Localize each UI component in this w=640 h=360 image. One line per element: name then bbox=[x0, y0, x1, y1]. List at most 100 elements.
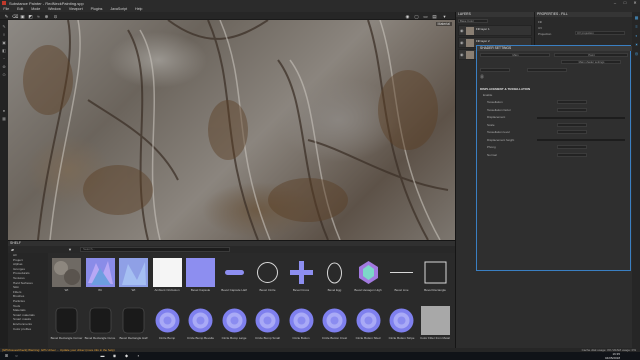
shelf-item[interactable]: Wt bbox=[50, 258, 83, 298]
shelf-item[interactable]: Circle Button Stripe bbox=[385, 306, 418, 346]
right-panel: LAYERS Base Color ◉ Fill layer 1 ◉ Fill lay… bbox=[455, 12, 640, 348]
shelf-item-label: Bevel Capsule Half bbox=[221, 288, 247, 292]
shelf-item[interactable]: Bevel Circle bbox=[251, 258, 284, 298]
shelf-item[interactable]: Bevel Hexagon High bbox=[352, 258, 385, 298]
shader-param-label: Scale bbox=[487, 122, 495, 127]
camera-icon[interactable]: ◉ bbox=[405, 14, 410, 19]
layers-icon[interactable]: ≡ bbox=[634, 24, 639, 29]
terminal-icon[interactable]: ▪ bbox=[134, 353, 143, 359]
shelf-item[interactable]: Circle Bump bbox=[151, 306, 184, 346]
shelf-item[interactable]: Circle Button bbox=[285, 306, 318, 346]
shader-param-field[interactable] bbox=[557, 145, 587, 149]
brush-settings-icon[interactable]: ▦ bbox=[2, 116, 7, 121]
shelf-item-thumbnail bbox=[186, 306, 215, 335]
left-tool-strip: ✎ ◊ ▣ ◧ ~ ⊗ ⊙ ● ▦ bbox=[0, 20, 8, 240]
projection-tool-icon[interactable]: ▣ bbox=[2, 40, 7, 45]
shelf-item[interactable]: Circle Bump Small bbox=[251, 306, 284, 346]
shelf-item[interactable]: Wt bbox=[84, 258, 117, 298]
preset-button[interactable]: Main shader settings bbox=[561, 60, 621, 64]
clone-tool-icon[interactable]: ⊗ bbox=[2, 64, 7, 69]
visibility-eye-icon[interactable]: ◉ bbox=[460, 52, 464, 57]
screenshot-icon[interactable]: ▢ bbox=[414, 14, 419, 19]
shader-info-icon[interactable]: ⓪ bbox=[480, 74, 485, 79]
shader-param-field[interactable] bbox=[557, 100, 587, 104]
view-mode-icon[interactable]: ▤ bbox=[432, 14, 437, 19]
tab-paint[interactable]: Paint bbox=[554, 53, 628, 57]
folder-icon[interactable]: ▰ bbox=[11, 247, 14, 252]
shelf-item[interactable]: Bevel Capsule Half bbox=[218, 258, 251, 298]
shelf-item[interactable]: Circle Button Crest bbox=[318, 306, 351, 346]
color-picker-icon[interactable]: ⊙ bbox=[2, 72, 7, 77]
shader-param-field[interactable] bbox=[557, 152, 587, 157]
smudge-tool-icon[interactable]: ~ bbox=[2, 56, 7, 61]
display-settings-icon[interactable]: ▭ bbox=[423, 14, 428, 19]
shader-param-field[interactable] bbox=[557, 107, 587, 112]
visibility-eye-icon[interactable]: ◉ bbox=[460, 40, 464, 45]
task-search-icon[interactable]: ○ bbox=[12, 353, 21, 359]
display-settings-icon[interactable]: ☀ bbox=[634, 42, 639, 47]
properties-icon[interactable]: ◐ bbox=[634, 33, 639, 38]
shelf-item[interactable]: Circle Bump Large bbox=[218, 306, 251, 346]
material-ball-icon[interactable]: ● bbox=[2, 108, 7, 113]
shelf-item[interactable]: Color Filter from Metal bbox=[419, 306, 452, 346]
projection-icon[interactable]: ▣ bbox=[20, 14, 25, 19]
shelf-item[interactable]: Bevel Line bbox=[385, 258, 418, 298]
eraser-icon[interactable]: ⌫ bbox=[12, 14, 18, 19]
shader-settings-icon[interactable]: ◎ bbox=[634, 51, 639, 56]
filter-icon[interactable]: ▼ bbox=[68, 247, 72, 252]
shelf-item-label: Bevel Rectangle Corner bbox=[50, 336, 83, 340]
shelf-item[interactable]: Bevel Capsule bbox=[184, 258, 217, 298]
picker-icon[interactable]: ⊙ bbox=[53, 14, 58, 19]
shelf-panel: SHELF ▰ ▼ Search... All Project Alphas Grun… bbox=[8, 240, 455, 349]
shader-settings-panel: SHADER SETTINGS Main Paint Main shader s… bbox=[476, 45, 632, 271]
shelf-item-thumbnail bbox=[52, 306, 81, 335]
window-title: Substance Painter - RedNeckPainting.spp bbox=[9, 0, 84, 6]
paint-tool-icon[interactable]: ✎ bbox=[2, 24, 7, 29]
shelf-search-input[interactable]: Search... bbox=[80, 247, 230, 252]
layer-thumbnail bbox=[466, 27, 474, 35]
layer-name: Fill layer 2 bbox=[476, 39, 490, 43]
shelf-item[interactable]: Wt bbox=[117, 258, 150, 298]
start-button-icon[interactable]: ⊞ bbox=[2, 353, 11, 359]
fill-tool-icon[interactable]: ◧ bbox=[2, 48, 7, 53]
shelf-item-thumbnail bbox=[220, 306, 249, 335]
shader-param-slider[interactable] bbox=[537, 139, 625, 141]
eraser-tool-icon[interactable]: ◊ bbox=[2, 32, 7, 37]
clone-icon[interactable]: ⊕ bbox=[44, 14, 49, 19]
prop-row-2: Projection bbox=[538, 32, 552, 36]
shelf-item-label: Color Filter from Metal bbox=[420, 336, 450, 340]
shelf-category-item[interactable]: Color profiles bbox=[8, 327, 48, 332]
shelf-item-label: Bevel Rectangle Curve bbox=[84, 336, 116, 340]
visibility-eye-icon[interactable]: ◉ bbox=[460, 28, 464, 33]
shader-param-field[interactable] bbox=[557, 130, 587, 134]
taskbar-clock: 16:35 04/05/2018 bbox=[605, 352, 620, 360]
painter-app-icon[interactable]: ◆ bbox=[122, 353, 131, 359]
shader-param-slider[interactable] bbox=[537, 116, 625, 119]
explorer-icon[interactable]: ▬ bbox=[98, 353, 107, 359]
view-dropdown-icon[interactable]: ▾ bbox=[442, 14, 447, 19]
shelf-item[interactable]: Bevel Rectangle Half bbox=[117, 306, 150, 346]
texture-set-icon[interactable]: ▦ bbox=[634, 15, 639, 20]
shelf-item[interactable]: Bevel Cross bbox=[285, 258, 318, 298]
shelf-item[interactable]: Bevel Rectangle Corner bbox=[50, 306, 83, 346]
browser-icon[interactable]: ◉ bbox=[110, 353, 119, 359]
shelf-item-label: Circle Bump Bevelle bbox=[186, 336, 214, 340]
3d-viewport[interactable]: Material bbox=[8, 20, 455, 240]
shader-variant-select[interactable] bbox=[527, 68, 567, 72]
shelf-item[interactable]: Ambient Occlusion bbox=[151, 258, 184, 298]
shader-select[interactable] bbox=[480, 68, 510, 72]
shader-param-field[interactable] bbox=[557, 122, 587, 127]
layer-row[interactable]: ◉ Fill layer 1 bbox=[458, 25, 532, 36]
blend-mode-select[interactable]: Base Color bbox=[458, 19, 488, 23]
smudge-icon[interactable]: ≈ bbox=[36, 14, 41, 19]
shelf-item[interactable]: Circle Button Slted bbox=[352, 306, 385, 346]
paint-brush-icon[interactable]: ✎ bbox=[4, 14, 9, 19]
projection-select[interactable]: UV projection bbox=[575, 31, 625, 35]
shelf-item[interactable]: Bevel Rectangle bbox=[419, 258, 452, 298]
shelf-item[interactable]: Bevel Rectangle Curve bbox=[84, 306, 117, 346]
shelf-item[interactable]: Circle Bump Bevelle bbox=[184, 306, 217, 346]
shelf-item[interactable]: Bevel Egg bbox=[318, 258, 351, 298]
shader-param-label: Displacement bbox=[487, 115, 506, 119]
tab-main[interactable]: Main bbox=[480, 53, 550, 57]
polygon-fill-icon[interactable]: ◩ bbox=[28, 14, 33, 19]
